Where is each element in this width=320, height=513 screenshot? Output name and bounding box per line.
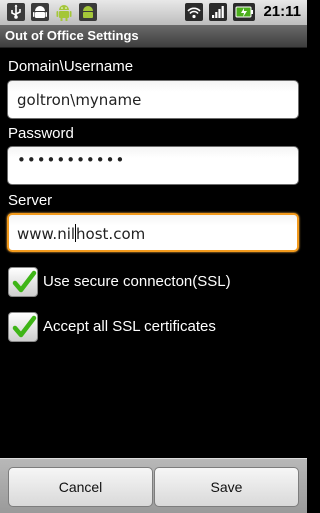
server-value: www.nilhost.com xyxy=(17,224,145,243)
server-value-after-cursor: host.com xyxy=(76,225,146,243)
server-value-before-cursor: www.nil xyxy=(17,225,76,243)
title-bar: Out of Office Settings xyxy=(0,25,307,48)
status-bar: 21:11 xyxy=(0,0,307,26)
signal-icon xyxy=(209,3,228,21)
username-label: Domain\Username xyxy=(8,58,134,75)
android-icon xyxy=(79,3,97,21)
battery-charging-icon xyxy=(233,3,256,21)
clock: 21:11 xyxy=(263,3,301,20)
username-field[interactable]: goltron\myname xyxy=(7,80,299,119)
checkmark-icon xyxy=(12,315,37,338)
username-value: goltron\myname xyxy=(17,91,142,109)
accept-certs-label: Accept all SSL certificates xyxy=(43,318,216,335)
cancel-button[interactable]: Cancel xyxy=(8,467,153,507)
accept-certs-checkbox[interactable] xyxy=(8,312,38,342)
button-bar: Cancel Save xyxy=(0,458,307,513)
system-icons: 21:11 xyxy=(184,2,301,22)
ssl-checkbox[interactable] xyxy=(8,267,38,297)
checkmark-icon xyxy=(12,270,37,293)
server-field[interactable]: www.nilhost.com xyxy=(7,213,299,252)
android-debug-icon xyxy=(56,5,72,21)
usb-icon xyxy=(7,3,25,21)
wifi-icon xyxy=(185,3,204,21)
password-value: ••••••••••• xyxy=(17,151,126,169)
password-label: Password xyxy=(8,125,74,142)
page-title: Out of Office Settings xyxy=(5,28,139,43)
ssl-label: Use secure connecton(SSL) xyxy=(43,273,231,290)
save-button[interactable]: Save xyxy=(154,467,299,507)
password-field[interactable]: ••••••••••• xyxy=(7,146,299,185)
server-label: Server xyxy=(8,192,53,209)
android-icon xyxy=(31,3,49,21)
notification-icons xyxy=(6,2,98,22)
